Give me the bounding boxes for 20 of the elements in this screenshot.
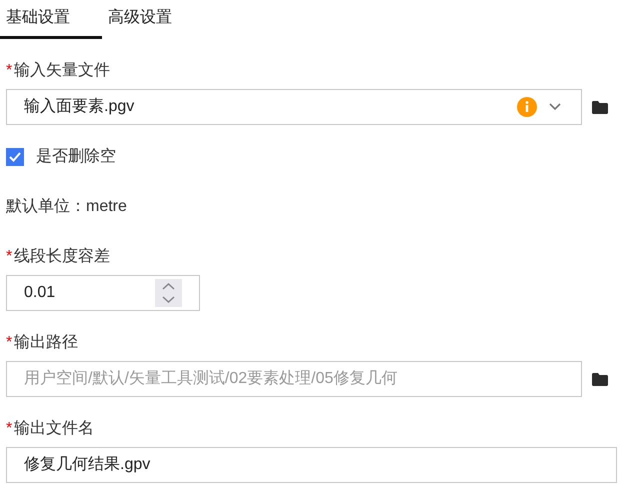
spinner-icon[interactable] (155, 279, 182, 307)
unit-text: 默认单位：metre (6, 197, 127, 217)
number-input[interactable]: 0.01 (6, 275, 200, 311)
required-asterisk: * (6, 247, 12, 267)
required-asterisk: * (6, 333, 12, 353)
chevron-down-icon (549, 103, 561, 111)
required-asterisk: * (6, 61, 12, 81)
field-label: 线段长度容差 (14, 246, 110, 267)
tab[interactable]: 基础设置 (0, 0, 102, 39)
folder-icon[interactable] (592, 100, 608, 114)
field-label: 输出文件名 (14, 418, 94, 439)
checkbox-label: 是否删除空 (36, 146, 116, 167)
field-label: 输入矢量文件 (14, 60, 110, 81)
required-asterisk: * (6, 419, 12, 439)
text-input[interactable]: 修复几何结果.gpv (6, 447, 617, 483)
tab[interactable]: 高级设置 (102, 0, 204, 39)
file-select[interactable]: 输入面要素.pgv (6, 89, 582, 125)
checkbox[interactable] (6, 148, 24, 166)
folder-icon[interactable] (592, 372, 608, 386)
field-label: 输出路径 (14, 332, 78, 353)
